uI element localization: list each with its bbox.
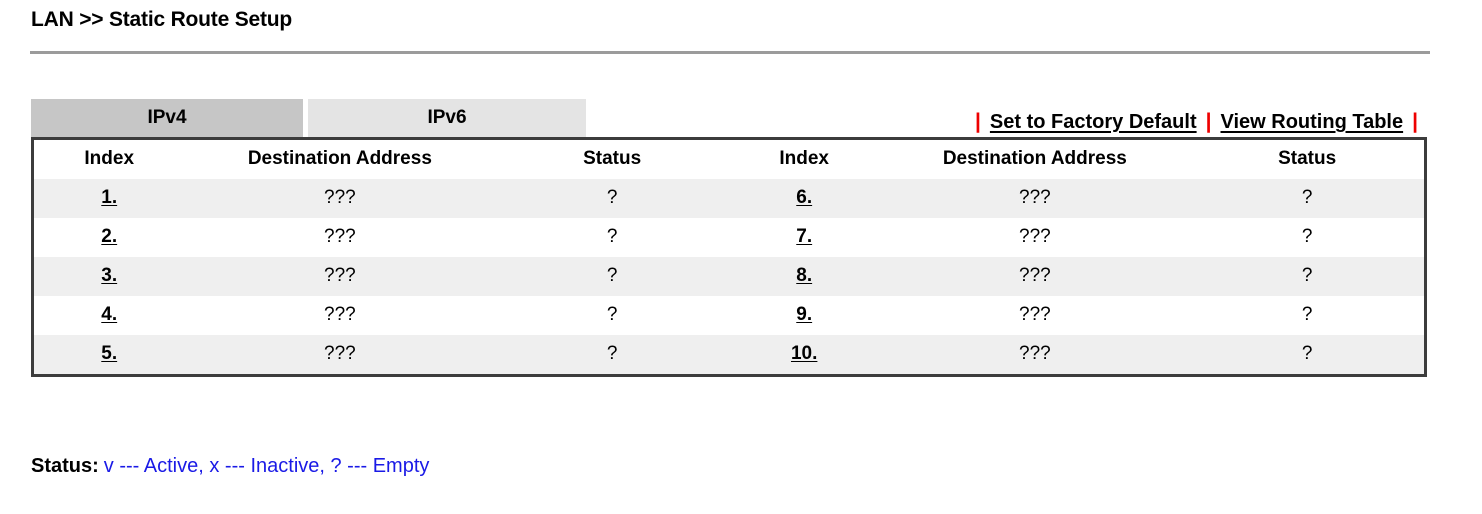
route-index-cell: 8.: [728, 257, 880, 296]
route-status-cell: ?: [495, 335, 729, 374]
header-index-left: Index: [34, 140, 185, 179]
separator-pipe-3: |: [1412, 110, 1418, 133]
tab-strip: IPv4 IPv6 | Set to Factory Default | Vie…: [31, 99, 1427, 137]
table-row: 4. ??? ? 9. ??? ?: [34, 296, 1424, 335]
route-status-cell: ?: [1190, 335, 1424, 374]
route-index-link[interactable]: 6.: [796, 187, 812, 208]
route-index-cell: 4.: [34, 296, 185, 335]
header-destination-left: Destination Address: [184, 140, 496, 179]
header-status-right: Status: [1190, 140, 1424, 179]
route-status-cell: ?: [1190, 218, 1424, 257]
tab-ipv6[interactable]: IPv6: [308, 99, 586, 137]
route-index-cell: 10.: [728, 335, 880, 374]
route-index-link[interactable]: 8.: [796, 265, 812, 286]
header-index-right: Index: [728, 140, 880, 179]
separator-pipe-2: |: [1205, 110, 1212, 133]
route-index-cell: 2.: [34, 218, 185, 257]
header-status-left: Status: [495, 140, 729, 179]
static-route-table: Index Destination Address Status Index D…: [31, 137, 1427, 377]
status-legend: Status: v --- Active, x --- Inactive, ? -…: [31, 455, 429, 478]
status-legend-label: Status:: [31, 455, 99, 477]
table-row: 5. ??? ? 10. ??? ?: [34, 335, 1424, 374]
route-index-link[interactable]: 2.: [101, 226, 117, 247]
route-index-link[interactable]: 7.: [796, 226, 812, 247]
table-row: 1. ??? ? 6. ??? ?: [34, 179, 1424, 218]
table-row: 2. ??? ? 7. ??? ?: [34, 218, 1424, 257]
route-destination-cell: ???: [879, 218, 1191, 257]
route-index-cell: 6.: [728, 179, 880, 218]
route-index-cell: 7.: [728, 218, 880, 257]
route-index-link[interactable]: 9.: [796, 304, 812, 325]
table-row: 3. ??? ? 8. ??? ?: [34, 257, 1424, 296]
page-title: LAN >> Static Route Setup: [31, 8, 293, 31]
table-header-row: Index Destination Address Status Index D…: [34, 140, 1424, 179]
action-links: | Set to Factory Default | View Routing …: [966, 99, 1427, 137]
route-index-link[interactable]: 4.: [101, 304, 117, 325]
route-destination-cell: ???: [184, 296, 496, 335]
route-status-cell: ?: [1190, 296, 1424, 335]
route-destination-cell: ???: [184, 179, 496, 218]
route-status-cell: ?: [1190, 257, 1424, 296]
route-index-cell: 5.: [34, 335, 185, 374]
route-status-cell: ?: [495, 257, 729, 296]
route-destination-cell: ???: [879, 335, 1191, 374]
route-status-cell: ?: [1190, 179, 1424, 218]
set-to-factory-default-link[interactable]: Set to Factory Default: [990, 107, 1197, 137]
route-destination-cell: ???: [879, 296, 1191, 335]
route-destination-cell: ???: [184, 335, 496, 374]
route-status-cell: ?: [495, 179, 729, 218]
route-index-cell: 3.: [34, 257, 185, 296]
separator-pipe-1: |: [975, 110, 981, 133]
route-index-link[interactable]: 5.: [101, 343, 117, 364]
view-routing-table-link[interactable]: View Routing Table: [1221, 107, 1404, 137]
title-divider: [30, 51, 1430, 54]
route-destination-cell: ???: [879, 179, 1191, 218]
route-destination-cell: ???: [879, 257, 1191, 296]
route-index-link[interactable]: 1.: [101, 187, 117, 208]
route-index-cell: 1.: [34, 179, 185, 218]
route-destination-cell: ???: [184, 257, 496, 296]
route-index-cell: 9.: [728, 296, 880, 335]
route-index-link[interactable]: 3.: [101, 265, 117, 286]
header-destination-right: Destination Address: [879, 140, 1191, 179]
route-status-cell: ?: [495, 218, 729, 257]
status-legend-text: v --- Active, x --- Inactive, ? --- Empt…: [103, 455, 430, 477]
tab-ipv4[interactable]: IPv4: [31, 99, 303, 137]
route-index-link[interactable]: 10.: [791, 343, 817, 364]
route-destination-cell: ???: [184, 218, 496, 257]
route-status-cell: ?: [495, 296, 729, 335]
